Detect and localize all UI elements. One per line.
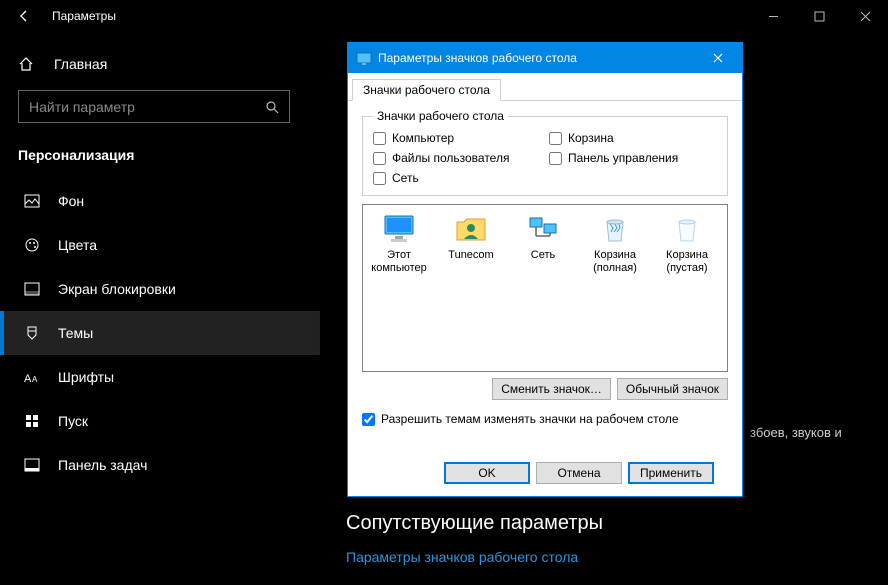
checkbox-input[interactable]	[549, 152, 562, 165]
search-input[interactable]	[29, 99, 259, 115]
sidebar-item-label: Шрифты	[58, 369, 114, 385]
sidebar-item-label: Панель задач	[58, 457, 147, 473]
desktop-icons-group: Значки рабочего стола Компьютер Корзина …	[362, 109, 728, 196]
dialog-footer: OK Отмена Применить	[362, 452, 728, 484]
dialog-content: Значки рабочего стола Компьютер Корзина …	[348, 101, 742, 492]
partial-content-text: збоев, звуков и	[750, 425, 842, 440]
titlebar: Параметры	[0, 0, 888, 32]
related-header: Сопутствующие параметры	[346, 512, 603, 535]
icon-user[interactable]: Tunecom	[435, 211, 507, 276]
user-folder-icon	[453, 213, 489, 245]
sidebar-item-themes[interactable]: Темы	[0, 311, 320, 355]
dialog-titlebar: Параметры значков рабочего стола	[348, 43, 742, 73]
sidebar-items: Фон Цвета Экран блокировки Темы	[0, 179, 320, 487]
icon-listbox[interactable]: Этот компьютер Tunecom Сеть	[362, 204, 728, 372]
minimize-button[interactable]	[750, 0, 796, 32]
checkbox-label: Сеть	[392, 171, 419, 185]
fonts-icon: AA	[22, 370, 42, 384]
icon-label: Корзина (пустая)	[652, 249, 722, 274]
tab-desktop-icons[interactable]: Значки рабочего стола	[352, 79, 501, 101]
checkbox-userfiles[interactable]: Файлы пользователя	[373, 151, 541, 165]
sidebar-item-lockscreen[interactable]: Экран блокировки	[0, 267, 320, 311]
dialog-body: Значки рабочего стола Значки рабочего ст…	[348, 73, 742, 492]
change-icon-button[interactable]: Сменить значок…	[492, 378, 611, 400]
taskbar-icon	[22, 458, 42, 472]
checkbox-label: Компьютер	[392, 131, 454, 145]
search-box[interactable]	[18, 90, 290, 123]
related-link-desktop-icons[interactable]: Параметры значков рабочего стола	[346, 549, 603, 565]
close-button[interactable]	[842, 0, 888, 32]
recycle-full-icon	[597, 213, 633, 245]
sidebar-item-label: Фон	[58, 193, 84, 209]
sidebar-item-label: Экран блокировки	[58, 281, 176, 297]
icon-recycle-empty[interactable]: Корзина (пустая)	[651, 211, 723, 276]
checkbox-input[interactable]	[373, 172, 386, 185]
lockscreen-icon	[22, 282, 42, 296]
sidebar-item-colors[interactable]: Цвета	[0, 223, 320, 267]
dialog-close-button[interactable]	[698, 44, 738, 72]
allow-themes-checkbox[interactable]: Разрешить темам изменять значки на рабоч…	[362, 406, 728, 432]
ok-button[interactable]: OK	[444, 462, 530, 484]
search-wrap	[0, 82, 320, 137]
checkbox-input[interactable]	[549, 132, 562, 145]
sidebar-item-background[interactable]: Фон	[0, 179, 320, 223]
checkbox-recyclebin[interactable]: Корзина	[549, 131, 717, 145]
dialog-icon	[356, 50, 372, 66]
home-label: Главная	[54, 56, 107, 72]
picture-icon	[22, 194, 42, 208]
window-controls	[750, 0, 888, 32]
sidebar-item-fonts[interactable]: AA Шрифты	[0, 355, 320, 399]
back-button[interactable]	[8, 0, 40, 32]
icon-label: Корзина (полная)	[580, 249, 650, 274]
window-title: Параметры	[52, 9, 116, 23]
sidebar-item-start[interactable]: Пуск	[0, 399, 320, 443]
home-icon	[18, 56, 38, 72]
dialog-title: Параметры значков рабочего стола	[378, 51, 698, 65]
svg-text:A: A	[24, 373, 32, 384]
section-header: Персонализация	[0, 137, 320, 179]
recycle-empty-icon	[669, 213, 705, 245]
icon-label: Tunecom	[436, 249, 506, 262]
tab-strip: Значки рабочего стола	[348, 73, 742, 101]
icon-label: Этот компьютер	[364, 249, 434, 274]
themes-icon	[22, 325, 42, 341]
sidebar-item-label: Темы	[58, 325, 93, 341]
start-icon	[22, 414, 42, 428]
network-icon	[525, 213, 561, 245]
checkbox-grid: Компьютер Корзина Файлы пользователя Пан…	[373, 131, 717, 185]
sidebar-item-taskbar[interactable]: Панель задач	[0, 443, 320, 487]
allow-themes-label: Разрешить темам изменять значки на рабоч…	[381, 412, 679, 426]
checkbox-input[interactable]	[362, 413, 375, 426]
checkbox-network[interactable]: Сеть	[373, 171, 541, 185]
related-section: Сопутствующие параметры Параметры значко…	[346, 512, 603, 565]
search-icon	[265, 100, 279, 114]
default-icon-button[interactable]: Обычный значок	[617, 378, 728, 400]
apply-button[interactable]: Применить	[628, 462, 714, 484]
checkbox-input[interactable]	[373, 132, 386, 145]
icon-label: Сеть	[508, 249, 578, 262]
home-nav[interactable]: Главная	[0, 46, 320, 82]
checkbox-label: Файлы пользователя	[392, 151, 509, 165]
desktop-icons-dialog: Параметры значков рабочего стола Значки …	[347, 42, 743, 497]
icon-recycle-full[interactable]: Корзина (полная)	[579, 211, 651, 276]
palette-icon	[22, 237, 42, 253]
checkbox-label: Корзина	[568, 131, 614, 145]
icon-buttons-row: Сменить значок… Обычный значок	[362, 372, 728, 406]
checkbox-controlpanel[interactable]: Панель управления	[549, 151, 717, 165]
svg-text:A: A	[32, 375, 38, 384]
icon-this-pc[interactable]: Этот компьютер	[363, 211, 435, 276]
maximize-button[interactable]	[796, 0, 842, 32]
sidebar: Главная Персонализация Фон	[0, 38, 320, 495]
computer-icon	[381, 213, 417, 245]
sidebar-item-label: Пуск	[58, 413, 88, 429]
checkbox-label: Панель управления	[568, 151, 678, 165]
cancel-button[interactable]: Отмена	[536, 462, 622, 484]
checkbox-input[interactable]	[373, 152, 386, 165]
sidebar-item-label: Цвета	[58, 237, 97, 253]
icon-network[interactable]: Сеть	[507, 211, 579, 276]
checkbox-computer[interactable]: Компьютер	[373, 131, 541, 145]
settings-window: Параметры Главная Персонализация	[0, 0, 888, 585]
group-legend: Значки рабочего стола	[373, 109, 508, 123]
